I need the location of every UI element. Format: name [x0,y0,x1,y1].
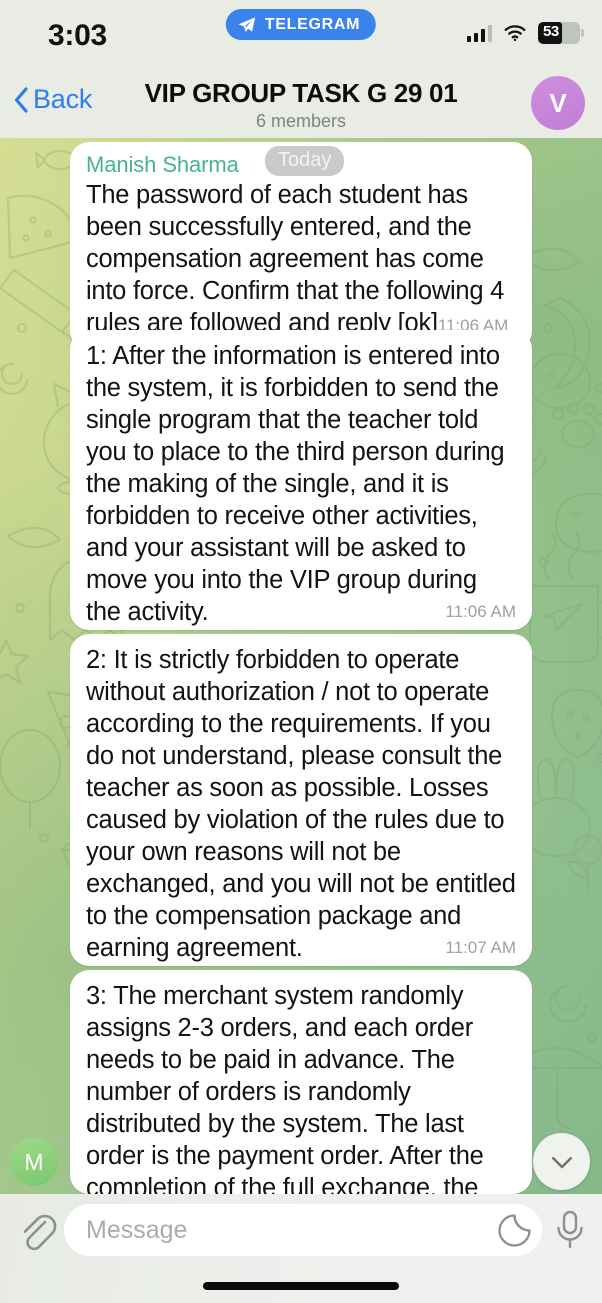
status-time: 3:03 [48,19,107,52]
message-input-bar [0,1194,602,1303]
message-input-field[interactable] [64,1204,542,1256]
back-button-label: Back [33,84,93,114]
microphone-icon [557,1210,583,1249]
message-text: 3: The merchant system randomly assigns … [86,982,491,1194]
message-bubble[interactable]: 3: The merchant system randomly assigns … [70,970,532,1194]
paperclip-icon [23,1214,57,1251]
home-indicator [203,1282,399,1290]
chat-header: Back VIP GROUP TASK G 29 01 6 members V [0,68,602,138]
battery-percent: 53 [543,23,559,40]
message-text: The password of each student has been su… [86,181,511,337]
message-bubble[interactable]: 1: After the information is entered into… [70,330,532,630]
voice-record-button[interactable] [550,1208,590,1252]
message-bubble[interactable]: 2: It is strictly forbidden to operate w… [70,634,532,966]
sticker-icon [498,1214,531,1247]
search-input[interactable] [86,1204,386,1256]
avatar[interactable]: V [531,76,585,130]
wifi-icon [504,25,526,42]
message-text: 2: It is strictly forbidden to operate w… [86,646,523,962]
chevron-down-icon [551,1156,572,1168]
app-badge: TELEGRAM [225,9,377,40]
status-bar: 3:03 TELEGRAM 53 [0,0,602,68]
message-list[interactable]: Today Manish Sharma The password of each… [0,138,602,1194]
sticker-button[interactable] [497,1213,532,1248]
paper-plane-icon [238,17,256,32]
status-icons: 53 [466,22,584,44]
message-text: 1: After the information is entered into… [86,342,512,626]
app-badge-label: TELEGRAM [264,15,361,33]
back-button[interactable]: Back [14,84,92,115]
date-separator-chip: Today [265,146,345,176]
chevron-left-icon [14,86,28,113]
scroll-to-bottom-button[interactable] [533,1133,590,1190]
battery-icon: 53 [538,22,584,44]
avatar[interactable]: M [10,1138,58,1186]
attach-button[interactable] [14,1209,60,1255]
telegram-chat-screen: Today Manish Sharma The password of each… [0,0,602,1303]
cellular-signal-icon [466,24,492,42]
